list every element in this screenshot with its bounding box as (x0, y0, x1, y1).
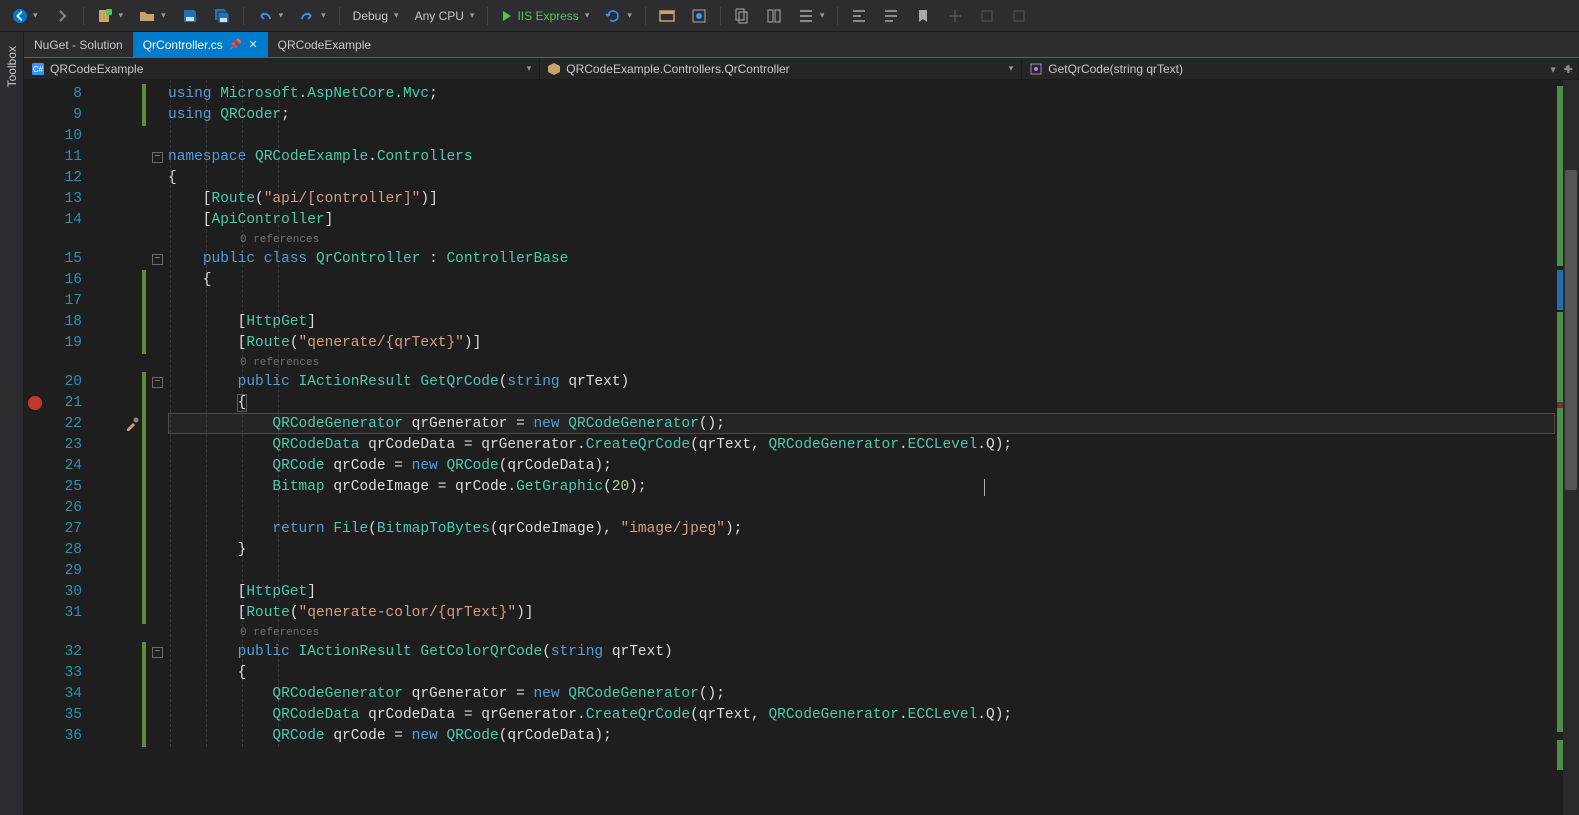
scrollbar-thumb[interactable] (1565, 170, 1577, 490)
close-icon[interactable]: ✕ (248, 38, 257, 51)
find-in-files-button[interactable] (729, 6, 755, 26)
pin-icon[interactable]: 📌 (229, 38, 243, 51)
svg-text:C#: C# (33, 65, 44, 74)
redo-button[interactable]: ▾ (294, 6, 331, 26)
fold-toggle[interactable]: − (152, 254, 163, 265)
tab-qrcontroller[interactable]: QrController.cs 📌 ✕ (133, 32, 268, 57)
left-dock: Toolbox (0, 32, 24, 815)
codelens-references[interactable]: 0 references (240, 231, 319, 249)
bookmark-button[interactable] (910, 6, 936, 26)
overview-ruler[interactable] (1555, 80, 1563, 815)
code-editor[interactable]: 8910111213141516171819202122232425262728… (24, 80, 1579, 815)
browse-button[interactable] (654, 6, 680, 26)
new-project-button[interactable]: ▾ (92, 6, 129, 26)
text-cursor (984, 479, 985, 496)
uncomment-button[interactable] (878, 6, 904, 26)
comment-button[interactable] (846, 6, 872, 26)
glyph-margin[interactable] (62, 80, 86, 815)
save-all-button[interactable] (209, 6, 235, 26)
quick-actions-icon[interactable] (124, 416, 140, 432)
nav-fwd-button[interactable] (49, 6, 75, 26)
navigation-bar: C#QRCodeExample ▾ QRCodeExample.Controll… (24, 58, 1579, 80)
save-button[interactable] (177, 6, 203, 26)
refresh-button[interactable]: ▾ (600, 6, 637, 26)
toolbox-tab[interactable]: Toolbox (5, 42, 19, 91)
run-button[interactable]: IIS Express▾ (496, 7, 594, 25)
tab-qrcodeexample[interactable]: QRCodeExample (268, 32, 381, 57)
nav-class[interactable]: QRCodeExample.Controllers.QrController ▾ (540, 58, 1022, 79)
platform-dropdown[interactable]: Any CPU▾ (410, 7, 480, 25)
split-view-icon[interactable]: ▾ (1548, 63, 1558, 76)
fold-toggle[interactable]: − (152, 647, 163, 658)
tab-nuget-solution[interactable]: NuGet - Solution (24, 32, 133, 57)
toolbox-button3[interactable]: ▾ (793, 6, 830, 26)
fold-toggle[interactable]: − (152, 377, 163, 388)
codelens-references[interactable]: 0 references (240, 354, 319, 372)
breakpoint-glyph[interactable] (28, 396, 42, 410)
toolbox-button1[interactable] (686, 6, 712, 26)
nav-member[interactable]: GetQrCode(string qrText) ▾ (1022, 58, 1579, 79)
tb-disabled2 (974, 6, 1000, 26)
open-file-button[interactable]: ▾ (134, 6, 171, 26)
codelens-references[interactable]: 0 references (240, 624, 319, 642)
undo-button[interactable]: ▾ (252, 6, 289, 26)
code-content[interactable]: using Microsoft.AspNetCore.Mvc;using QRC… (168, 80, 1555, 815)
tb-disabled1 (942, 6, 968, 26)
add-view-icon[interactable]: ✚ (1562, 63, 1575, 76)
tb-disabled3 (1006, 6, 1032, 26)
toolbox-button2[interactable] (761, 6, 787, 26)
nav-project[interactable]: C#QRCodeExample ▾ (24, 58, 540, 79)
nav-back-button[interactable]: ▾ (8, 7, 43, 25)
main-toolbar: ▾ ▾ ▾ ▾ ▾ Debug▾ Any CPU▾ IIS Express▾ ▾… (0, 0, 1579, 32)
document-tabstrip: NuGet - Solution QrController.cs 📌 ✕ QRC… (24, 32, 1579, 58)
vertical-scrollbar[interactable] (1563, 80, 1579, 815)
fold-toggle[interactable]: − (152, 152, 163, 163)
config-dropdown[interactable]: Debug▾ (348, 7, 404, 25)
